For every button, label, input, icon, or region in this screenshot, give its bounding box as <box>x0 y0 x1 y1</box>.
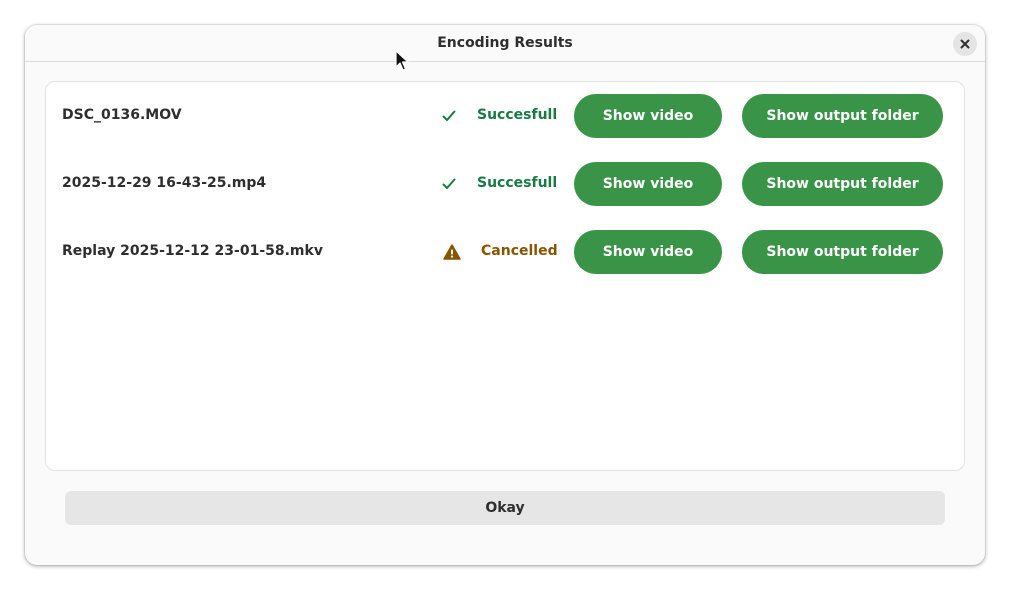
result-filename: DSC_0136.MOV <box>62 107 182 123</box>
results-list: DSC_0136.MOV Succesfull Show video Show … <box>45 81 965 471</box>
result-row: 2025-12-29 16-43-25.mp4 Succesfull Show … <box>46 162 964 206</box>
result-filename: 2025-12-29 16-43-25.mp4 <box>62 175 267 191</box>
check-icon <box>440 107 458 125</box>
result-status: Cancelled <box>481 243 558 259</box>
show-video-button[interactable]: Show video <box>574 230 722 274</box>
result-row: DSC_0136.MOV Succesfull Show video Show … <box>46 94 964 138</box>
close-icon <box>960 39 970 49</box>
result-status: Succesfull <box>477 107 558 123</box>
result-filename: Replay 2025-12-12 23-01-58.mkv <box>62 243 323 259</box>
show-video-button[interactable]: Show video <box>574 94 722 138</box>
show-output-folder-button[interactable]: Show output folder <box>742 230 943 274</box>
check-icon <box>440 175 458 193</box>
warning-icon <box>443 243 461 261</box>
show-video-button[interactable]: Show video <box>574 162 722 206</box>
encoding-results-dialog: Encoding Results DSC_0136.MOV Succesfull… <box>25 25 985 565</box>
close-button[interactable] <box>953 32 977 56</box>
dialog-header: Encoding Results <box>25 25 985 62</box>
show-output-folder-button[interactable]: Show output folder <box>742 94 943 138</box>
result-row: Replay 2025-12-12 23-01-58.mkv Cancelled… <box>46 230 964 274</box>
show-output-folder-button[interactable]: Show output folder <box>742 162 943 206</box>
okay-button[interactable]: Okay <box>65 491 945 525</box>
result-status: Succesfull <box>477 175 558 191</box>
dialog-title: Encoding Results <box>437 35 573 51</box>
